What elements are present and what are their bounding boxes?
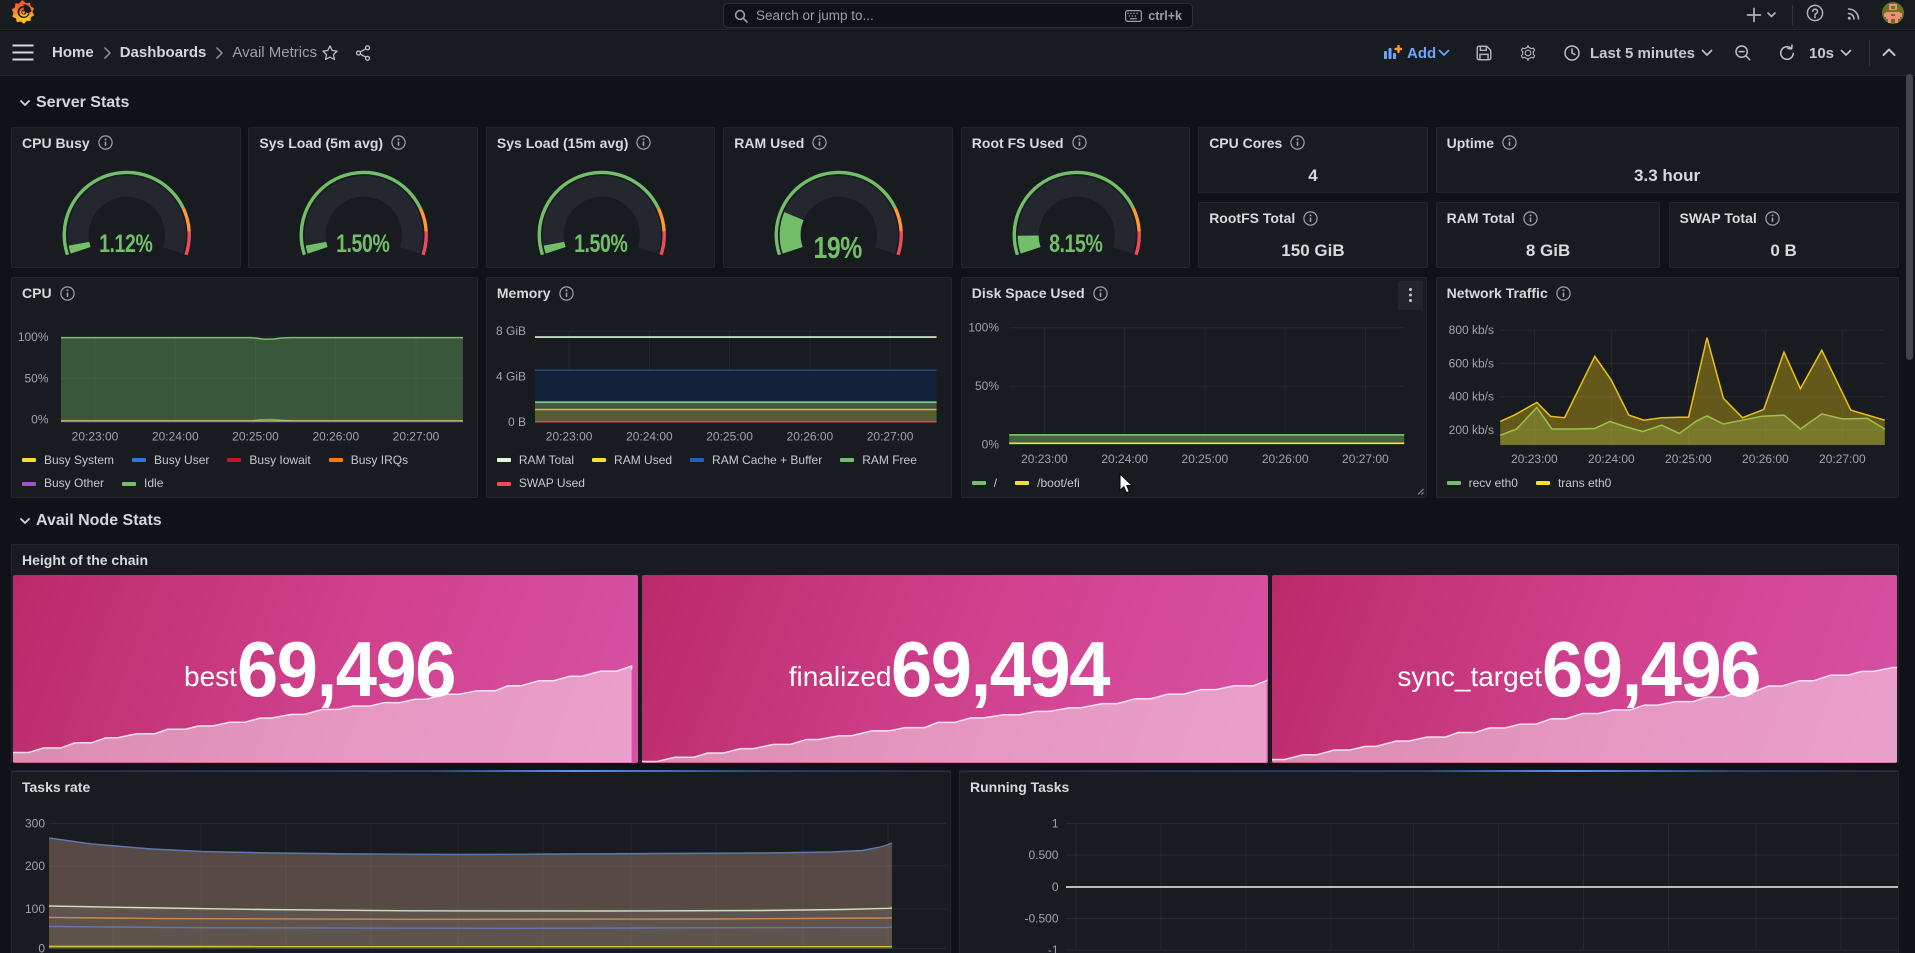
svg-text:50%: 50% bbox=[25, 372, 49, 386]
svg-text:20:25:00: 20:25:00 bbox=[1665, 452, 1712, 466]
svg-text:4 GiB: 4 GiB bbox=[496, 370, 526, 384]
svg-text:200: 200 bbox=[25, 859, 45, 873]
svg-text:-1: -1 bbox=[1048, 943, 1059, 953]
svg-text:0%: 0% bbox=[31, 413, 49, 427]
svg-text:100%: 100% bbox=[968, 321, 999, 335]
svg-text:20:23:00: 20:23:00 bbox=[1511, 452, 1558, 466]
svg-text:20:26:00: 20:26:00 bbox=[786, 430, 833, 444]
svg-text:20:23:00: 20:23:00 bbox=[546, 430, 593, 444]
svg-text:100: 100 bbox=[25, 902, 45, 916]
svg-text:20:23:00: 20:23:00 bbox=[1021, 452, 1068, 466]
svg-text:20:27:00: 20:27:00 bbox=[1342, 452, 1389, 466]
svg-text:20:25:00: 20:25:00 bbox=[706, 430, 753, 444]
svg-text:0.500: 0.500 bbox=[1028, 848, 1058, 862]
svg-text:200 kb/s: 200 kb/s bbox=[1448, 423, 1493, 437]
svg-text:100%: 100% bbox=[18, 330, 49, 344]
svg-text:20:26:00: 20:26:00 bbox=[1262, 452, 1309, 466]
svg-text:800 kb/s: 800 kb/s bbox=[1448, 323, 1493, 337]
svg-text:1: 1 bbox=[1052, 817, 1059, 831]
svg-text:20:27:00: 20:27:00 bbox=[867, 430, 914, 444]
svg-text:600 kb/s: 600 kb/s bbox=[1448, 357, 1493, 371]
svg-text:0%: 0% bbox=[981, 438, 999, 452]
svg-text:20:24:00: 20:24:00 bbox=[152, 430, 199, 444]
svg-text:20:24:00: 20:24:00 bbox=[1588, 452, 1635, 466]
svg-text:-0.500: -0.500 bbox=[1025, 911, 1059, 925]
svg-text:400 kb/s: 400 kb/s bbox=[1448, 390, 1493, 404]
svg-text:20:24:00: 20:24:00 bbox=[1101, 452, 1148, 466]
svg-text:20:24:00: 20:24:00 bbox=[626, 430, 673, 444]
svg-text:0 B: 0 B bbox=[508, 415, 526, 429]
svg-text:20:27:00: 20:27:00 bbox=[393, 430, 440, 444]
svg-text:20:26:00: 20:26:00 bbox=[1742, 452, 1789, 466]
svg-text:0: 0 bbox=[38, 941, 45, 953]
svg-text:20:27:00: 20:27:00 bbox=[1819, 452, 1866, 466]
svg-text:20:25:00: 20:25:00 bbox=[1181, 452, 1228, 466]
svg-text:0: 0 bbox=[1052, 880, 1059, 894]
svg-text:20:25:00: 20:25:00 bbox=[232, 430, 279, 444]
svg-text:20:23:00: 20:23:00 bbox=[72, 430, 119, 444]
svg-text:300: 300 bbox=[25, 817, 45, 831]
svg-text:20:26:00: 20:26:00 bbox=[312, 430, 359, 444]
svg-text:50%: 50% bbox=[975, 379, 999, 393]
svg-text:8 GiB: 8 GiB bbox=[496, 324, 526, 338]
